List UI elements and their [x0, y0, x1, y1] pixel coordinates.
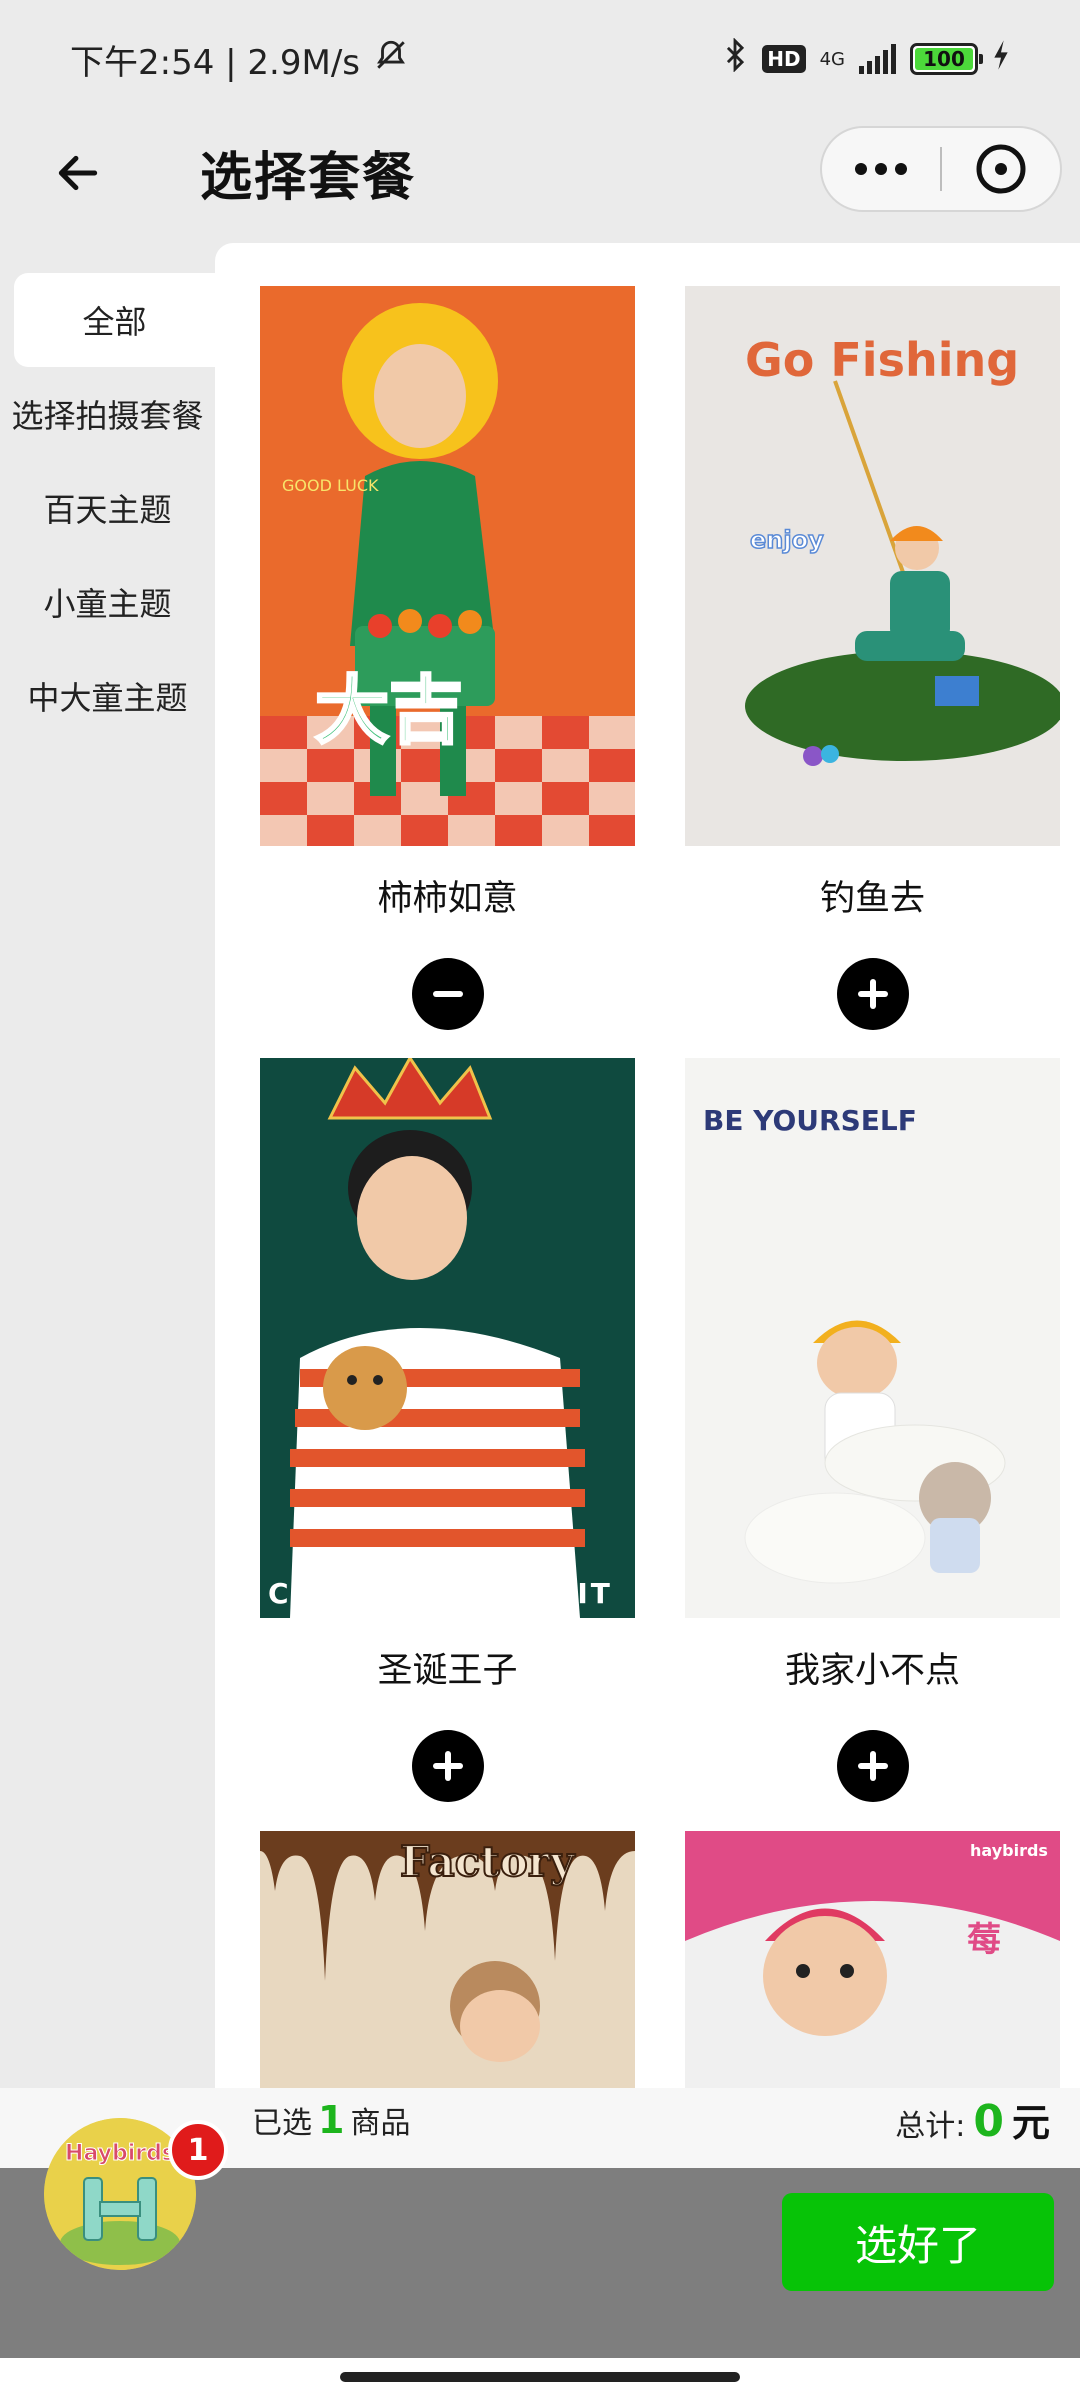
total-info: 总计: 0 元: [895, 2092, 1050, 2147]
mute-icon: [374, 38, 408, 81]
photo-caption: 莓: [967, 1920, 1001, 1960]
product-name: 我家小不点: [784, 1651, 960, 1691]
product-name: 柿柿如意: [377, 879, 518, 919]
arrow-left-icon: [58, 155, 98, 191]
sidebar-item-label: 选择拍摄套餐: [11, 397, 204, 435]
status-time: 下午2:54 | 2.9M/s: [70, 42, 360, 83]
plus-icon: [432, 1751, 463, 1781]
sidebar-item-label: 中大童主题: [27, 679, 188, 717]
add-button[interactable]: [411, 1730, 484, 1802]
confirm-button[interactable]: 选好了: [782, 2193, 1054, 2291]
selected-info: 已选 1 商品: [252, 2098, 410, 2142]
network-type: 4G: [819, 48, 845, 70]
photo-caption: haybirds: [970, 1841, 1048, 1860]
sidebar-item-label: 小童主题: [43, 585, 172, 623]
product-grid: 大吉 GOOD LUCK 柿柿如意 Go Fishing enjoy 钓鱼去 C…: [215, 243, 1080, 2088]
sidebar-item-label: 百天主题: [43, 491, 172, 529]
plus-icon: [857, 1751, 888, 1781]
product-photo[interactable]: Factory: [260, 1831, 635, 2088]
bluetooth-icon: [722, 36, 748, 81]
add-button[interactable]: [836, 958, 909, 1030]
selected-prefix: 已选: [252, 2106, 312, 2141]
miniprogram-capsule: [820, 126, 1062, 212]
product-name: 圣诞王子: [377, 1651, 518, 1691]
photo-caption: 大吉: [315, 668, 463, 754]
header: 选择套餐: [0, 118, 1080, 243]
product-photo[interactable]: BE YOURSELF: [685, 1058, 1060, 1618]
sidebar-item-100-days[interactable]: 百天主题: [0, 461, 215, 555]
status-left: 下午2:54 | 2.9M/s: [70, 35, 408, 84]
sidebar-item-packages[interactable]: 选择拍摄套餐: [0, 367, 215, 461]
photo-caption: Go Fishing: [745, 333, 1019, 387]
product-photo[interactable]: CHRISTMAS SPIRIT: [260, 1058, 635, 1618]
sidebar-item-label: 全部: [82, 303, 147, 341]
signal-icon: [859, 44, 896, 74]
photo-caption: CHRISTMAS SPIRIT: [268, 1577, 613, 1610]
battery-icon: 100: [910, 43, 983, 75]
product-card[interactable]: haybirds 莓: [685, 1831, 1060, 2088]
category-sidebar: 全部 选择拍摄套餐 百天主题 小童主题 中大童主题: [0, 243, 215, 2088]
more-button[interactable]: [822, 128, 940, 210]
product-photo[interactable]: 大吉 GOOD LUCK: [260, 286, 635, 846]
close-button[interactable]: [942, 128, 1060, 210]
selected-count: 1: [318, 2098, 345, 2142]
product-card[interactable]: Go Fishing enjoy 钓鱼去: [685, 286, 1060, 1030]
more-dots-icon: [855, 163, 907, 175]
minus-icon: [432, 991, 463, 997]
product-photo[interactable]: haybirds 莓: [685, 1831, 1060, 2088]
product-photo[interactable]: Go Fishing enjoy: [685, 286, 1060, 846]
photo-caption: enjoy: [750, 526, 824, 554]
product-card[interactable]: BE YOURSELF 我家小不点: [685, 1058, 1060, 1802]
photo-caption: Factory: [400, 1837, 576, 1886]
selected-suffix: 商品: [350, 2106, 411, 2141]
status-bar: 下午2:54 | 2.9M/s HD 4G 100: [0, 0, 1080, 118]
add-button[interactable]: [836, 1730, 909, 1802]
hd-badge: HD: [762, 45, 806, 73]
total-label: 总计:: [895, 2109, 966, 2144]
product-card[interactable]: 大吉 GOOD LUCK 柿柿如意: [260, 286, 635, 1030]
battery-level: 100: [915, 47, 973, 71]
logo-text: Haybirds: [65, 2141, 175, 2166]
back-button[interactable]: [48, 143, 108, 203]
total-unit: 元: [1011, 2101, 1050, 2145]
sidebar-item-toddler[interactable]: 小童主题: [0, 555, 215, 649]
plus-icon: [857, 979, 888, 1009]
sidebar-item-all[interactable]: 全部: [14, 273, 215, 367]
status-right: HD 4G 100: [722, 36, 1010, 81]
sidebar-item-older-kids[interactable]: 中大童主题: [0, 649, 215, 743]
product-card[interactable]: Factory: [260, 1831, 635, 2088]
page-title: 选择套餐: [200, 148, 417, 208]
photo-caption: GOOD LUCK: [282, 476, 379, 495]
cart-count-badge: 1: [168, 2120, 228, 2180]
charging-icon: [992, 39, 1010, 80]
total-amount: 0: [973, 2096, 1004, 2147]
remove-button[interactable]: [411, 958, 484, 1030]
photo-caption: BE YOURSELF: [703, 1104, 917, 1137]
close-circle-icon: [976, 144, 1026, 194]
product-name: 钓鱼去: [819, 879, 925, 919]
product-card[interactable]: CHRISTMAS SPIRIT 圣诞王子: [260, 1058, 635, 1802]
home-indicator[interactable]: [340, 2372, 740, 2382]
